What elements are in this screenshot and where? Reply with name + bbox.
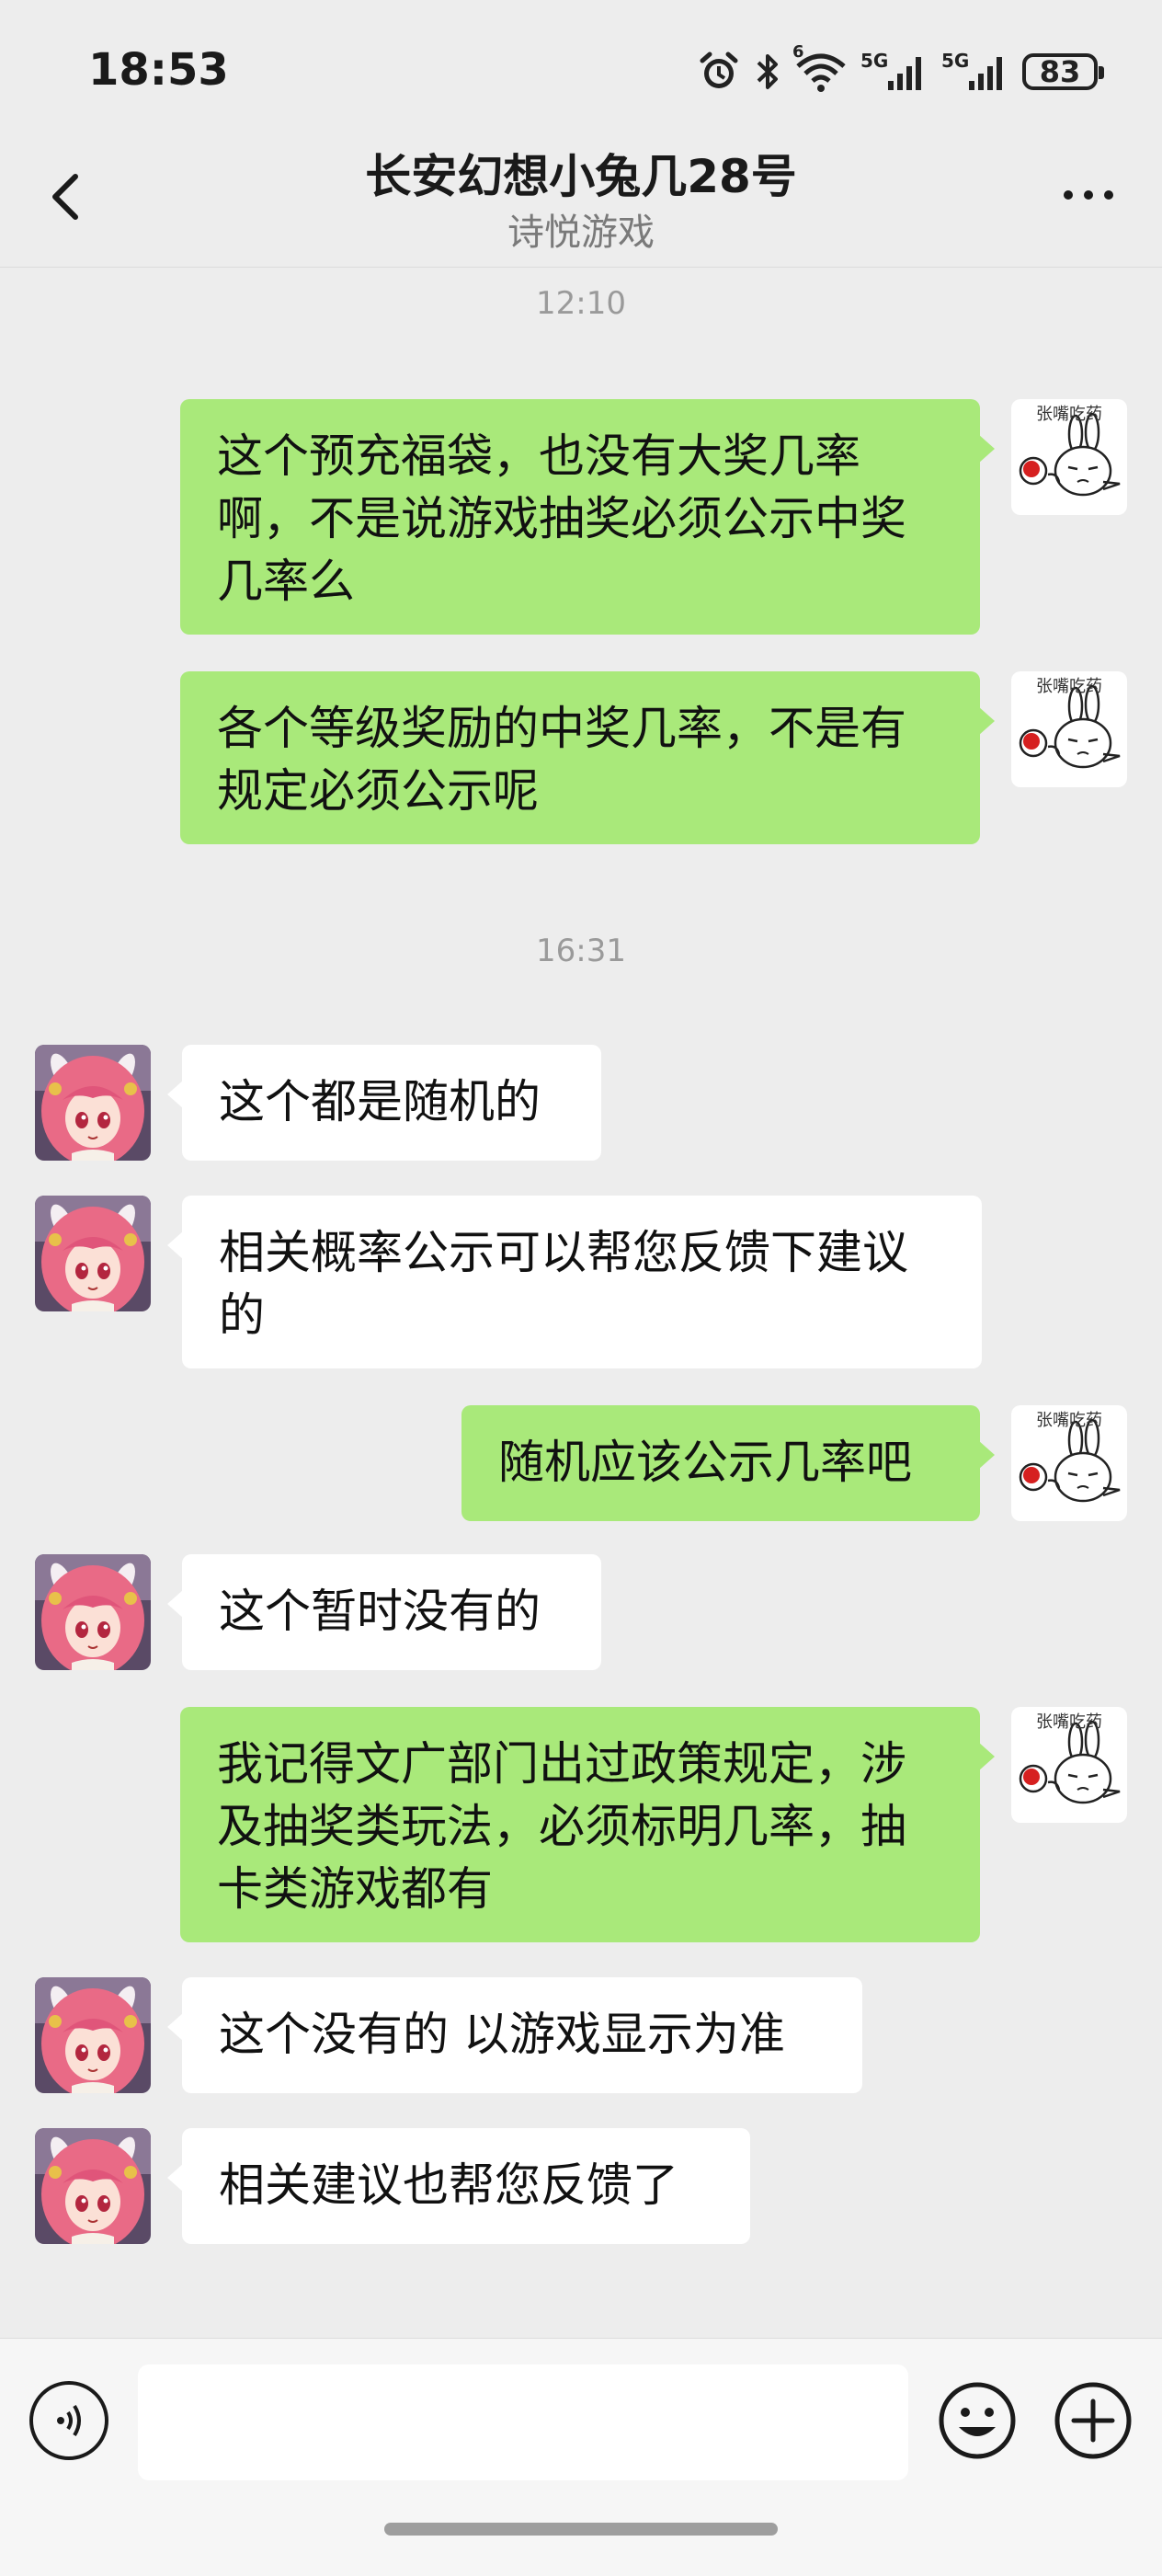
message-input[interactable] <box>138 2364 908 2480</box>
game-avatar-icon <box>35 1554 151 1670</box>
game-avatar-icon <box>35 2128 151 2244</box>
network-type-2: 5G <box>941 50 970 72</box>
bluetooth-icon <box>754 46 781 97</box>
message-bubble[interactable]: 我记得文广部门出过政策规定，涉 及抽奖类玩法，必须标明几率，抽 卡类游戏都有 <box>180 1707 995 1942</box>
message-line: 几率么 <box>217 555 355 608</box>
more-icon <box>1064 190 1113 200</box>
message-line: 的 <box>219 1288 265 1342</box>
plus-button[interactable] <box>1052 2379 1134 2462</box>
network-type-1: 5G <box>860 50 889 72</box>
input-bar <box>0 2338 1162 2576</box>
voice-icon <box>57 2404 81 2437</box>
avatar[interactable] <box>35 1196 151 1311</box>
game-avatar-icon <box>35 1196 151 1311</box>
timestamp: 12:10 <box>536 285 626 322</box>
status-time: 18:53 <box>88 44 229 96</box>
message-bubble[interactable]: 这个都是随机的 <box>167 1045 601 1161</box>
wifi-badge: 6 <box>792 42 804 62</box>
avatar[interactable] <box>35 2128 151 2244</box>
emoji-button[interactable] <box>936 2379 1019 2462</box>
message-line: 这个预充福袋，也没有大奖几率 <box>217 429 860 483</box>
avatar-caption: 张嘴吃药 <box>1036 677 1102 696</box>
emoji-icon <box>939 2382 1016 2459</box>
message-bubble[interactable]: 相关建议也帮您反馈了 <box>167 2128 750 2244</box>
avatar[interactable]: 张嘴吃药 <box>1011 1707 1127 1823</box>
home-indicator[interactable] <box>384 2523 778 2536</box>
battery-icon: 83 <box>1022 46 1104 97</box>
avatar[interactable] <box>35 1554 151 1670</box>
message-line: 各个等级奖励的中奖几率，不是有 <box>217 702 906 755</box>
message-line: 随机应该公示几率吧 <box>498 1436 912 1489</box>
message-bubble[interactable]: 这个暂时没有的 <box>167 1554 601 1670</box>
message-line: 我记得文广部门出过政策规定，涉 <box>217 1737 906 1791</box>
chat-subtitle: 诗悦游戏 <box>507 212 655 254</box>
status-icons: 6 5G 5G 83 <box>697 42 1104 97</box>
avatar[interactable]: 张嘴吃药 <box>1011 671 1127 787</box>
avatar[interactable]: 张嘴吃药 <box>1011 399 1127 515</box>
message-bubble[interactable]: 各个等级奖励的中奖几率，不是有 规定必须公示呢 <box>180 671 995 844</box>
message-line: 相关建议也帮您反馈了 <box>219 2158 678 2212</box>
avatar-caption: 张嘴吃药 <box>1036 1712 1102 1732</box>
timestamp: 16:31 <box>536 933 626 969</box>
message-line: 卡类游戏都有 <box>217 1862 493 1916</box>
message-line: 这个没有的 以游戏显示为准 <box>219 2008 785 2061</box>
avatar-caption: 张嘴吃药 <box>1036 405 1102 424</box>
message-line: 这个都是随机的 <box>219 1075 541 1128</box>
message-line: 规定必须公示呢 <box>217 764 539 818</box>
wifi-icon: 6 <box>792 42 848 97</box>
signal-icon-2: 5G <box>941 46 1009 97</box>
plus-icon <box>1054 2382 1132 2459</box>
status-bar: 18:53 6 5G 5G 83 <box>0 0 1162 138</box>
message-bubble[interactable]: 相关概率公示可以帮您反馈下建议 的 <box>167 1196 982 1368</box>
message-bubble[interactable]: 随机应该公示几率吧 <box>461 1405 995 1521</box>
more-button[interactable] <box>1052 166 1125 221</box>
message-line: 这个暂时没有的 <box>219 1585 541 1638</box>
message-line: 及抽奖类玩法，必须标明几率，抽 <box>217 1800 906 1853</box>
game-avatar-icon <box>35 1045 151 1161</box>
avatar[interactable] <box>35 1045 151 1161</box>
chat-title: 长安幻想小兔几28号 <box>365 150 797 203</box>
chat-header: 长安幻想小兔几28号 诗悦游戏 <box>0 138 1162 268</box>
message-line: 啊，不是说游戏抽奖必须公示中奖 <box>217 492 906 545</box>
game-avatar-icon <box>35 1977 151 2093</box>
message-line: 相关概率公示可以帮您反馈下建议 <box>219 1226 908 1279</box>
alarm-icon <box>697 46 741 97</box>
battery-level: 83 <box>1022 53 1104 90</box>
avatar-caption: 张嘴吃药 <box>1036 1411 1102 1430</box>
signal-icon: 5G <box>860 46 928 97</box>
voice-button[interactable] <box>29 2381 108 2460</box>
avatar[interactable]: 张嘴吃药 <box>1011 1405 1127 1521</box>
message-bubble[interactable]: 这个预充福袋，也没有大奖几率 啊，不是说游戏抽奖必须公示中奖 几率么 <box>180 399 995 635</box>
avatar[interactable] <box>35 1977 151 2093</box>
message-bubble[interactable]: 这个没有的 以游戏显示为准 <box>167 1977 862 2093</box>
